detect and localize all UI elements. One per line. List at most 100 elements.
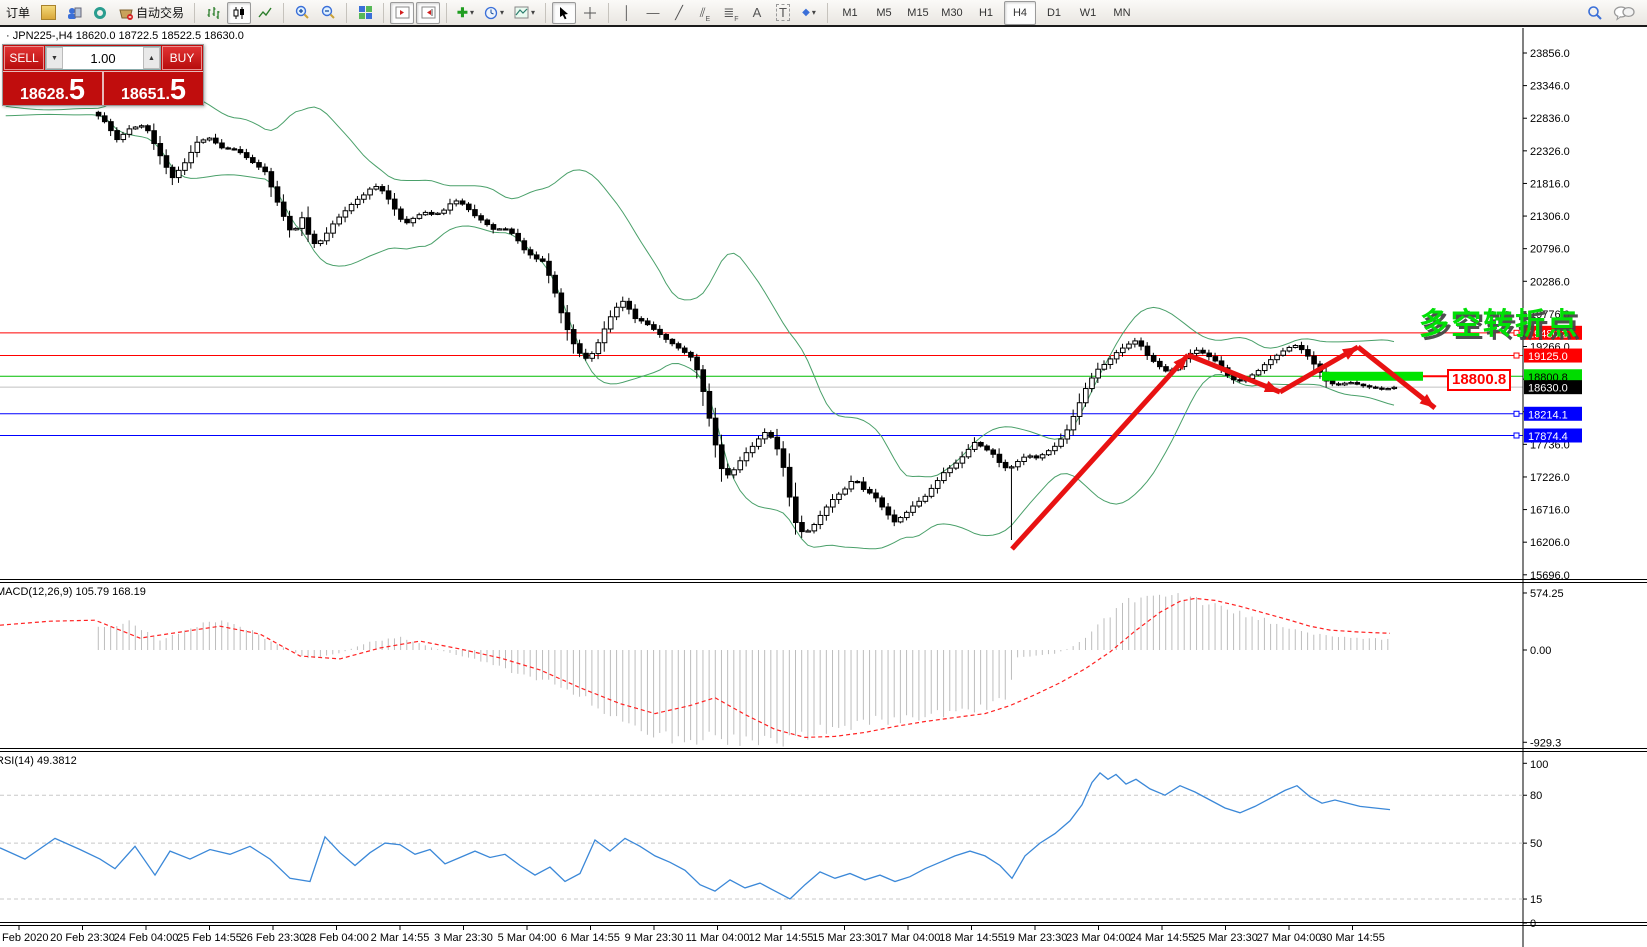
periods-button[interactable]: ▾ (480, 2, 508, 24)
text-label-button[interactable]: T (771, 2, 795, 24)
svg-text:9 Mar 23:30: 9 Mar 23:30 (625, 932, 684, 944)
fibonacci-icon: ≣ (723, 5, 735, 20)
trendline-icon: ╱ (675, 5, 683, 20)
svg-text:19125.0: 19125.0 (1528, 351, 1568, 363)
arrows-tool-icon: ◆ (802, 7, 810, 18)
chat-button[interactable] (1609, 2, 1639, 24)
bar-chart-button[interactable] (201, 2, 225, 24)
timeframe-m30[interactable]: M30 (936, 1, 968, 25)
signals-icon (94, 6, 107, 19)
chart-title-text: JPN225-,H4 18620.0 18722.5 18522.5 18630… (12, 30, 244, 42)
toolbar: 订单 自动交易 ✚ ▾ ▾ ▾ │ — ╱ ⫽ E ≣ F A T ◆ ▾ M1… (0, 0, 1647, 27)
svg-text:19 Mar 23:30: 19 Mar 23:30 (1003, 932, 1068, 944)
svg-text:21306.0: 21306.0 (1530, 211, 1570, 223)
buy-button[interactable]: BUY (162, 46, 202, 70)
svg-text:22836.0: 22836.0 (1530, 113, 1570, 125)
chart-shift-button[interactable] (390, 1, 415, 24)
highlight-bar (1322, 371, 1423, 381)
zoom-in-button[interactable] (290, 2, 314, 24)
new-order-button[interactable]: 订单 (2, 2, 34, 24)
svg-text:24 Feb 04:00: 24 Feb 04:00 (114, 932, 179, 944)
fibonacci-button[interactable]: ≣ F (719, 2, 743, 24)
horizontal-line-button[interactable]: — (641, 2, 665, 24)
svg-text:574.25: 574.25 (1530, 588, 1564, 600)
timeframe-m1[interactable]: M1 (834, 1, 866, 25)
svg-text:25 Mar 23:30: 25 Mar 23:30 (1193, 932, 1258, 944)
add-indicator-button[interactable]: ✚ ▾ (453, 2, 478, 24)
svg-text:0.00: 0.00 (1530, 645, 1551, 657)
chevron-down-icon: ▾ (469, 7, 474, 17)
trendline-button[interactable]: ╱ (667, 2, 691, 24)
templates-button[interactable]: ▾ (510, 2, 539, 24)
buy-price-button[interactable]: 18651. 5 (104, 72, 203, 105)
svg-text:-929.3: -929.3 (1530, 737, 1561, 749)
search-button[interactable] (1583, 2, 1607, 24)
tile-windows-icon (358, 6, 372, 19)
svg-text:2 Mar 14:55: 2 Mar 14:55 (371, 932, 430, 944)
svg-text:25 Feb 14:55: 25 Feb 14:55 (177, 932, 242, 944)
one-click-trading-panel: SELL ▼ 1.00 ▲ BUY 18628. 5 18651. 5 (2, 44, 204, 106)
arrows-tool-button[interactable]: ◆ ▾ (797, 2, 821, 24)
toolbar-separator (826, 2, 828, 23)
svg-text:6 Mar 14:55: 6 Mar 14:55 (561, 932, 620, 944)
toolbar-separator (283, 2, 285, 23)
text-tool-button[interactable]: A (745, 2, 769, 24)
market-watch-button[interactable] (36, 2, 60, 24)
svg-text:23346.0: 23346.0 (1530, 81, 1570, 93)
bar-chart-icon (207, 6, 220, 19)
bid-price-fraction: 5 (68, 74, 86, 107)
toolbar-separator (607, 2, 609, 23)
svg-text:17874.4: 17874.4 (1528, 431, 1568, 443)
svg-text:Feb 2020: Feb 2020 (2, 932, 48, 944)
crosshair-button[interactable] (578, 2, 602, 24)
volume-input[interactable]: 1.00 (63, 47, 143, 69)
candlestick-chart-button[interactable] (227, 1, 252, 24)
zoom-out-icon (321, 5, 335, 19)
chart-background (0, 28, 1647, 947)
line-chart-button[interactable] (253, 2, 277, 24)
toolbar-separator (194, 2, 196, 23)
svg-text:28 Feb 04:00: 28 Feb 04:00 (304, 932, 369, 944)
autotrading-icon (119, 9, 134, 20)
svg-text:27 Mar 04:00: 27 Mar 04:00 (1257, 932, 1322, 944)
navigator-button[interactable] (62, 2, 86, 24)
toolbar-separator (544, 2, 546, 23)
svg-text:26 Feb 23:30: 26 Feb 23:30 (241, 932, 306, 944)
signals-button[interactable] (88, 2, 112, 24)
vertical-line-button[interactable]: │ (615, 2, 639, 24)
svg-text:22326.0: 22326.0 (1530, 146, 1570, 158)
chart-annotation-text: 多空转折点 (1419, 308, 1579, 341)
navigator-icon (68, 7, 82, 19)
svg-text:11 Mar 04:00: 11 Mar 04:00 (685, 932, 749, 944)
crosshair-icon (583, 6, 596, 19)
equidistant-channel-button[interactable]: ⫽ E (693, 2, 717, 24)
cursor-icon (559, 6, 568, 19)
volume-increase-button[interactable]: ▲ (143, 47, 160, 69)
timeframe-w1[interactable]: W1 (1072, 1, 1104, 25)
timeframe-h1[interactable]: H1 (970, 1, 1002, 25)
sell-button[interactable]: SELL (4, 46, 44, 70)
ask-price: 18651 (120, 86, 166, 103)
timeframe-mn[interactable]: MN (1106, 1, 1138, 25)
price-level-tag: 18800.8 (1447, 369, 1512, 391)
sell-price-button[interactable]: 18628. 5 (3, 72, 102, 105)
timeframe-m5[interactable]: M5 (868, 1, 900, 25)
zoom-out-button[interactable] (316, 2, 340, 24)
price-axis: 23856.0 23346.0 22836.0 22326.0 21816.0 21306… (1522, 28, 1647, 947)
tile-windows-button[interactable] (353, 2, 377, 24)
clock-icon (484, 6, 498, 19)
auto-scroll-button[interactable] (416, 1, 441, 24)
svg-text:30 Mar 14:55: 30 Mar 14:55 (1320, 932, 1385, 944)
volume-decrease-button[interactable]: ▼ (46, 47, 63, 69)
macd-indicator-label: MACD(12,26,9) 105.79 168.19 (0, 586, 146, 598)
cursor-button[interactable] (551, 1, 576, 24)
svg-text:20286.0: 20286.0 (1530, 276, 1570, 288)
timeframe-d1[interactable]: D1 (1038, 1, 1070, 25)
auto-scroll-icon (421, 6, 436, 19)
horizontal-line-icon: — (646, 5, 660, 20)
timeframe-h4[interactable]: H4 (1003, 0, 1036, 25)
autotrading-button[interactable]: 自动交易 (114, 2, 188, 24)
timeframe-m15[interactable]: M15 (902, 1, 934, 25)
chart-canvas[interactable]: 23856.0 23346.0 22836.0 22326.0 21816.0 21306… (0, 0, 1647, 947)
svg-text:100: 100 (1530, 759, 1548, 771)
